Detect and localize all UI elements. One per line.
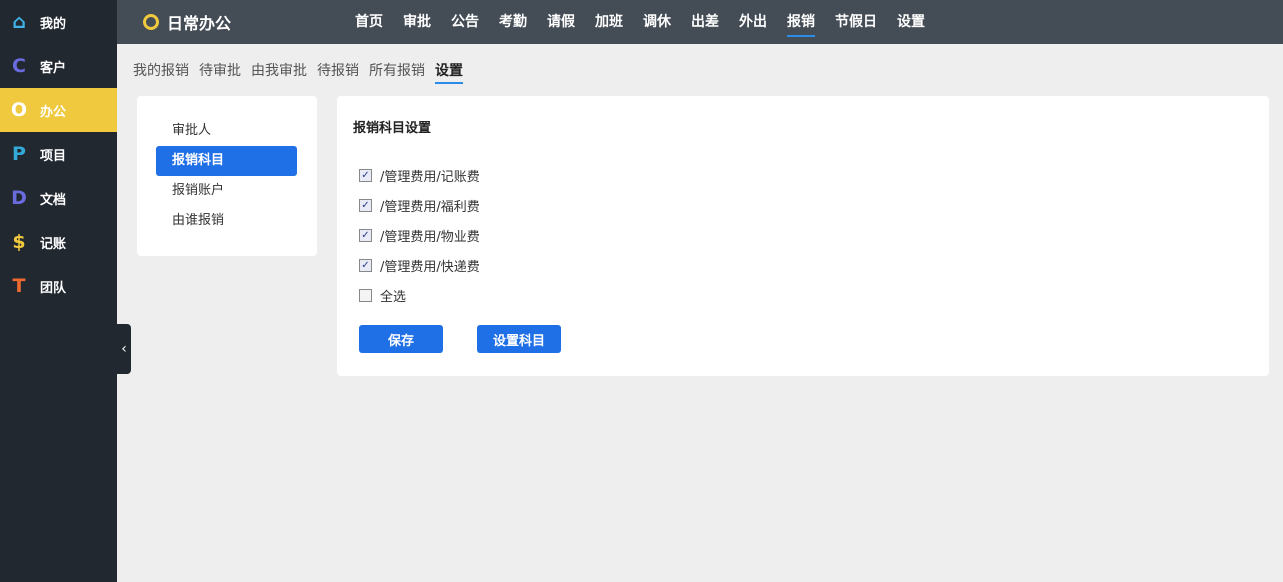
home-icon: ⌂ xyxy=(12,11,26,33)
sidebar-item-label: 我的 xyxy=(40,16,67,32)
save-button[interactable]: 保存 xyxy=(359,325,443,353)
set-subjects-button[interactable]: 设置科目 xyxy=(477,325,561,353)
d-icon: D xyxy=(11,187,27,209)
tab-my-reimbursement[interactable]: 我的报销 xyxy=(133,60,189,84)
menu-accounts[interactable]: 报销账户 xyxy=(156,176,297,206)
checkbox-select-all[interactable]: 全选 xyxy=(359,286,406,305)
checkbox-property[interactable]: ✓ /管理费用/物业费 xyxy=(359,226,480,245)
checkbox-checked-icon[interactable]: ✓ xyxy=(359,229,372,242)
sidebar-item-office[interactable]: O 办公 xyxy=(0,88,117,132)
tab-settings[interactable]: 设置 xyxy=(435,60,463,84)
o-icon: O xyxy=(10,99,28,121)
sidebar-item-docs[interactable]: D 文档 xyxy=(0,176,117,220)
checkbox-label: /管理费用/物业费 xyxy=(380,230,480,245)
checkbox-checked-icon[interactable]: ✓ xyxy=(359,199,372,212)
nav-settings[interactable]: 设置 xyxy=(897,0,925,44)
nav-home[interactable]: 首页 xyxy=(355,0,383,44)
sidebar-item-label: 团队 xyxy=(40,280,67,296)
ring-logo-icon xyxy=(143,14,159,30)
nav-out[interactable]: 外出 xyxy=(739,0,767,44)
nav-business-trip[interactable]: 出差 xyxy=(691,0,719,44)
sidebar-item-team[interactable]: T 团队 xyxy=(0,264,117,308)
nav-leave[interactable]: 请假 xyxy=(547,0,575,44)
dollar-icon: $ xyxy=(12,231,26,253)
sidebar-item-label: 客户 xyxy=(40,60,67,76)
panel-title: 报销科目设置 xyxy=(353,121,432,136)
menu-subjects[interactable]: 报销科目 xyxy=(156,146,297,176)
checkbox-label: /管理费用/记账费 xyxy=(380,170,480,185)
nav-holidays[interactable]: 节假日 xyxy=(835,0,877,44)
sidebar-item-mine[interactable]: ⌂ 我的 xyxy=(0,0,117,44)
sub-tabs: 我的报销 待审批 由我审批 待报销 所有报销 设置 xyxy=(133,60,473,84)
checkbox-unchecked-icon[interactable] xyxy=(359,289,372,302)
c-icon: C xyxy=(12,55,26,77)
sidebar-item-label: 办公 xyxy=(40,104,67,120)
checkbox-welfare[interactable]: ✓ /管理费用/福利费 xyxy=(359,196,480,215)
app-title-text: 日常办公 xyxy=(167,14,232,33)
sidebar-item-label: 项目 xyxy=(40,148,67,164)
chevron-left-icon: ‹ xyxy=(121,341,127,357)
nav-overtime[interactable]: 加班 xyxy=(595,0,623,44)
tab-pending-reimbursement[interactable]: 待报销 xyxy=(317,60,359,84)
tab-all-reimbursement[interactable]: 所有报销 xyxy=(369,60,425,84)
nav-attendance[interactable]: 考勤 xyxy=(499,0,527,44)
t-icon: T xyxy=(12,275,26,297)
checkbox-label: /管理费用/福利费 xyxy=(380,200,480,215)
nav-notice[interactable]: 公告 xyxy=(451,0,479,44)
settings-menu: 审批人 报销科目 报销账户 由谁报销 xyxy=(137,96,317,256)
checkbox-label: /管理费用/快递费 xyxy=(380,260,480,275)
menu-approver[interactable]: 审批人 xyxy=(156,116,297,146)
sidebar-item-customer[interactable]: C 客户 xyxy=(0,44,117,88)
checkbox-checked-icon[interactable]: ✓ xyxy=(359,169,372,182)
tab-pending-approval[interactable]: 待审批 xyxy=(199,60,241,84)
p-icon: P xyxy=(12,143,26,165)
tab-approved-by-me[interactable]: 由我审批 xyxy=(251,60,307,84)
nav-timeoff[interactable]: 调休 xyxy=(643,0,671,44)
sidebar-item-label: 文档 xyxy=(40,192,67,208)
sidebar-item-accounting[interactable]: $ 记账 xyxy=(0,220,117,264)
checkbox-bookkeeping[interactable]: ✓ /管理费用/记账费 xyxy=(359,166,480,185)
sidebar: ⌂ 我的 C 客户 O 办公 P 项目 D 文档 $ 记账 T 团队 xyxy=(0,0,117,582)
top-nav: 首页 审批 公告 考勤 请假 加班 调休 出差 外出 报销 节假日 设置 xyxy=(355,0,945,44)
nav-reimbursement[interactable]: 报销 xyxy=(787,0,815,44)
checkbox-courier[interactable]: ✓ /管理费用/快递费 xyxy=(359,256,480,275)
menu-reimburser[interactable]: 由谁报销 xyxy=(156,206,297,236)
collapse-sidebar-button[interactable]: ‹ xyxy=(117,324,131,374)
subject-settings-panel: 报销科目设置 ✓/管理费用/记账费 ✓/管理费用/福利费 ✓/管理费用/物业费 … xyxy=(337,96,1269,376)
app-title: 日常办公 xyxy=(143,10,231,34)
checkbox-checked-icon[interactable]: ✓ xyxy=(359,259,372,272)
nav-approval[interactable]: 审批 xyxy=(403,0,431,44)
checkbox-label: 全选 xyxy=(380,290,407,305)
sidebar-item-label: 记账 xyxy=(40,236,67,252)
sidebar-item-project[interactable]: P 项目 xyxy=(0,132,117,176)
